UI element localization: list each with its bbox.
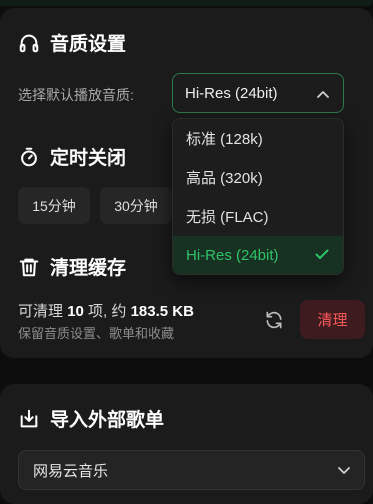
timer-title: 定时关闭 — [50, 148, 127, 169]
option-label: 标准 (128k) — [186, 131, 263, 148]
import-header: 导入外部歌单 — [18, 405, 164, 432]
import-title: 导入外部歌单 — [50, 410, 165, 431]
timer-icon — [18, 146, 40, 168]
audio-quality-title: 音质设置 — [50, 34, 127, 55]
cache-note: 保留音质设置、歌单和收藏 — [18, 326, 175, 341]
top-edge — [0, 0, 373, 6]
cache-title: 清理缓存 — [50, 258, 127, 279]
cache-stat: 可清理 10 项, 约 183.5 KB — [18, 300, 194, 321]
cache-count: 10 — [67, 303, 84, 320]
quality-option-high[interactable]: 高品 (320k) — [173, 158, 343, 197]
trash-icon — [18, 256, 40, 278]
timer-chip-30[interactable]: 30分钟 — [100, 187, 172, 224]
cache-size: 183.5 KB — [130, 303, 194, 320]
headphones-icon — [18, 32, 40, 54]
import-source-select[interactable]: 网易云音乐 — [18, 450, 365, 490]
quality-select[interactable]: Hi-Res (24bit) — [172, 73, 344, 113]
quality-label: 选择默认播放音质: — [18, 87, 134, 103]
quality-option-lossless[interactable]: 无损 (FLAC) — [173, 197, 343, 236]
option-label: Hi-Res (24bit) — [186, 247, 279, 264]
cache-prefix: 可清理 — [18, 303, 64, 320]
option-label: 高品 (320k) — [186, 170, 263, 187]
cache-count-unit: 项, 约 — [88, 303, 127, 320]
import-source-value: 网易云音乐 — [33, 462, 109, 480]
quality-selected-value: Hi-Res (24bit) — [185, 84, 278, 102]
cache-header: 清理缓存 — [18, 253, 126, 280]
import-icon — [18, 408, 40, 430]
timer-header: 定时关闭 — [18, 143, 126, 170]
refresh-icon[interactable] — [262, 308, 286, 332]
chevron-down-icon — [338, 462, 350, 479]
timer-chip-15[interactable]: 15分钟 — [18, 187, 90, 224]
quality-option-hires[interactable]: Hi-Res (24bit) — [173, 236, 343, 274]
quality-option-standard[interactable]: 标准 (128k) — [173, 119, 343, 158]
quality-dropdown: 标准 (128k) 高品 (320k) 无损 (FLAC) Hi-Res (24… — [172, 118, 344, 275]
clean-cache-button[interactable]: 清理 — [300, 300, 365, 339]
chevron-up-icon — [317, 85, 329, 102]
check-icon — [315, 247, 329, 264]
audio-quality-header: 音质设置 — [18, 29, 126, 56]
option-label: 无损 (FLAC) — [186, 209, 269, 226]
